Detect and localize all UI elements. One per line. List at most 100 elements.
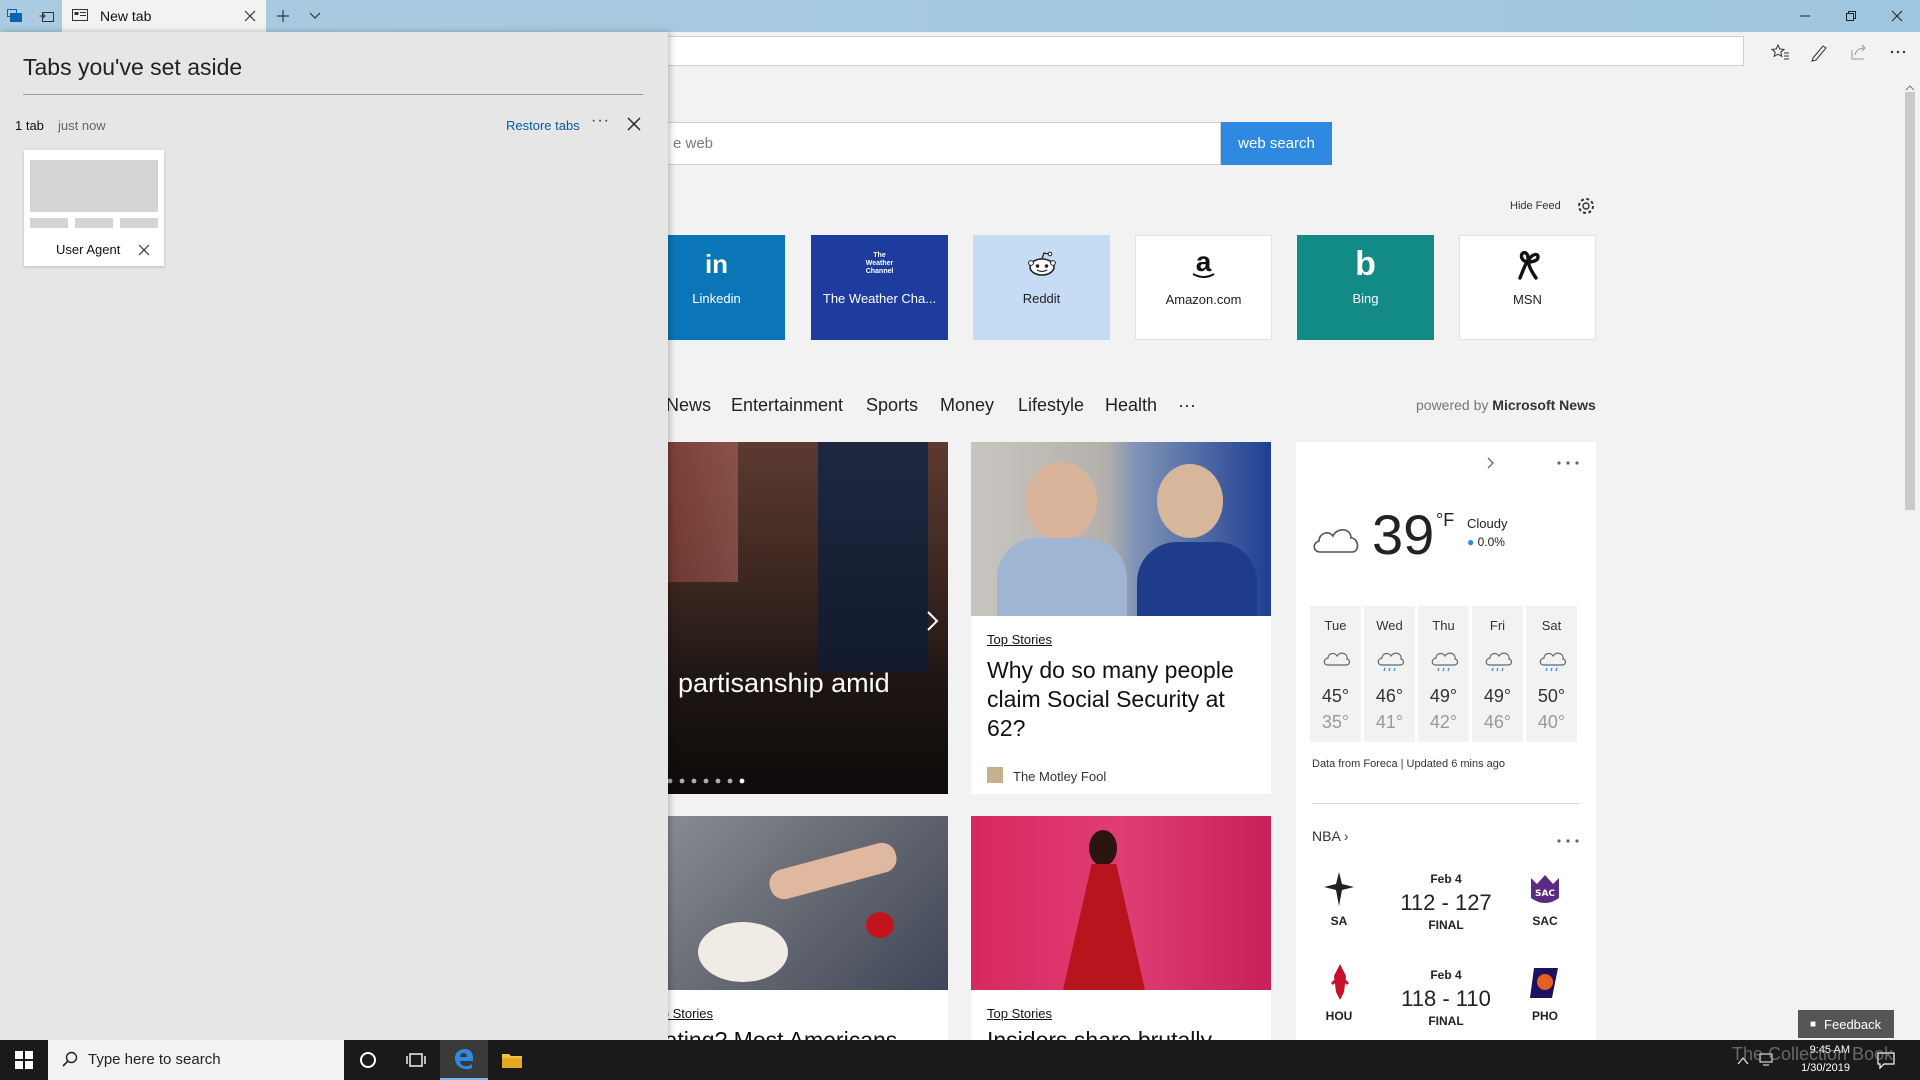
- web-search-input[interactable]: e web: [660, 122, 1221, 165]
- game-score[interactable]: 118 - 110: [1386, 986, 1506, 1012]
- forecast-day: Fri 49° 46°: [1472, 606, 1523, 742]
- top-site-linkedin[interactable]: in Linkedin: [648, 235, 785, 340]
- set-tabs-aside-icon[interactable]: [34, 4, 60, 28]
- more-icon[interactable]: [1888, 42, 1908, 62]
- tab-new-tab[interactable]: New tab: [62, 0, 266, 32]
- forecast-low: 40°: [1537, 712, 1566, 732]
- forecast-day: Sat 50° 40°: [1526, 606, 1577, 742]
- rain-icon: [1376, 650, 1405, 674]
- hide-feed-link[interactable]: Hide Feed: [1510, 200, 1561, 212]
- group-close-icon[interactable]: [626, 116, 642, 132]
- nav-entertainment[interactable]: Entertainment: [731, 395, 843, 416]
- restore-tabs-link[interactable]: Restore tabs: [506, 118, 580, 133]
- search-placeholder: e web: [673, 135, 714, 152]
- game-date: Feb 4: [1430, 872, 1462, 886]
- carousel-card[interactable]: partisanship amid: [648, 442, 948, 794]
- chevron-right-icon[interactable]: [926, 610, 940, 635]
- weather-condition: Cloudy: [1467, 516, 1508, 531]
- tile-label: Amazon.com: [1165, 292, 1242, 307]
- title-bar: New tab: [0, 0, 1920, 32]
- raindrop-icon: ●: [1467, 535, 1475, 549]
- nav-money[interactable]: Money: [940, 395, 994, 416]
- divider: [23, 94, 643, 95]
- weather-more-icon[interactable]: [1556, 454, 1580, 470]
- page-scrollbar[interactable]: [1900, 72, 1920, 1040]
- thumbnail-close-icon[interactable]: [138, 243, 150, 256]
- image-shirt-left: [997, 538, 1127, 616]
- restore-icon[interactable]: [1828, 0, 1874, 32]
- feedback-icon: ■: [1810, 1018, 1817, 1030]
- linkedin-icon: in: [704, 248, 729, 279]
- thumbnail-bar: [120, 218, 158, 228]
- forecast-high: 46°: [1375, 686, 1404, 706]
- image-shirt-right: [1137, 542, 1257, 616]
- source-logo-icon: [987, 767, 1003, 783]
- category-link[interactable]: Top Stories: [987, 632, 1052, 647]
- forecast-day-name: Sat: [1541, 618, 1562, 633]
- game-status: FINAL: [1428, 1014, 1464, 1028]
- carousel-dots[interactable]: [654, 772, 750, 784]
- carousel-image-figure: [818, 442, 928, 672]
- tab-title: New tab: [100, 8, 152, 24]
- game-score[interactable]: 112 - 127: [1386, 890, 1506, 916]
- rain-icon: [1430, 650, 1459, 674]
- share-icon[interactable]: [1849, 42, 1869, 62]
- nav-more[interactable]: ···: [1178, 395, 1196, 416]
- windows-start-icon[interactable]: [0, 1040, 48, 1080]
- scroll-thumb[interactable]: [1905, 92, 1915, 510]
- favorites-icon[interactable]: [1770, 42, 1790, 62]
- news-headline[interactable]: Why do so many people claim Social Secur…: [987, 656, 1237, 743]
- tile-label: Bing: [1352, 291, 1379, 306]
- spurs-logo-icon: [1322, 870, 1356, 911]
- group-more-icon[interactable]: ···: [591, 112, 610, 130]
- nav-sports[interactable]: Sports: [866, 395, 918, 416]
- news-headline[interactable]: Insiders share brutally: [987, 1026, 1237, 1040]
- new-tab-icon[interactable]: [270, 4, 296, 28]
- news-headline[interactable]: Dating? Most Americans: [648, 1026, 898, 1040]
- nba-more-icon[interactable]: [1556, 832, 1580, 848]
- nba-title-link[interactable]: NBA ›: [1312, 828, 1349, 844]
- cloudy-icon: [1322, 650, 1351, 674]
- forecast-high: 49°: [1483, 686, 1512, 706]
- cortana-icon[interactable]: [344, 1040, 392, 1080]
- pen-icon[interactable]: [1809, 42, 1829, 62]
- news-card-social-security[interactable]: Top Stories Why do so many people claim …: [971, 442, 1271, 794]
- file-explorer-icon[interactable]: [488, 1040, 536, 1080]
- cloudy-icon: [1310, 518, 1362, 561]
- panel-title: Tabs you've set aside: [23, 54, 243, 80]
- nav-lifestyle[interactable]: Lifestyle: [1018, 395, 1084, 416]
- feedback-button[interactable]: ■ Feedback: [1798, 1010, 1894, 1038]
- gear-icon[interactable]: [1576, 196, 1596, 216]
- nav-health[interactable]: Health: [1105, 395, 1157, 416]
- top-site-amazon[interactable]: a Amazon.com: [1135, 235, 1272, 340]
- news-source: The Motley Fool: [1013, 769, 1107, 784]
- weather-source: Data from Foreca | Updated 6 mins ago: [1312, 758, 1506, 770]
- taskbar-search-input[interactable]: Type here to search: [48, 1040, 344, 1080]
- weather-temperature: 39: [1372, 503, 1435, 566]
- category-link[interactable]: Top Stories: [987, 1006, 1052, 1021]
- tabs-aside-icon[interactable]: [2, 4, 28, 28]
- top-site-msn[interactable]: MSN: [1459, 235, 1596, 340]
- chevron-right-icon[interactable]: [1486, 456, 1496, 473]
- task-view-icon[interactable]: [392, 1040, 440, 1080]
- top-site-reddit[interactable]: Reddit: [973, 235, 1110, 340]
- minimize-icon[interactable]: [1782, 0, 1828, 32]
- news-card-dating[interactable]: Top Stories Dating? Most Americans: [648, 816, 948, 1040]
- bing-icon: b: [1355, 244, 1376, 283]
- set-aside-tab-thumbnail[interactable]: User Agent: [24, 150, 164, 266]
- top-site-bing[interactable]: b Bing: [1297, 235, 1434, 340]
- forecast-high: 50°: [1537, 686, 1566, 706]
- news-card-image: [971, 442, 1271, 616]
- close-window-icon[interactable]: [1874, 0, 1920, 32]
- tab-preview-chevron-icon[interactable]: [302, 4, 328, 28]
- forecast-day: Tue 45° 35°: [1310, 606, 1361, 742]
- forecast-low: 42°: [1429, 712, 1458, 732]
- nav-news[interactable]: News: [666, 395, 711, 416]
- tab-close-icon[interactable]: [242, 8, 258, 24]
- address-bar[interactable]: [640, 36, 1744, 66]
- edge-taskbar-icon[interactable]: [440, 1040, 488, 1080]
- image-person-right: [1157, 464, 1223, 538]
- news-card-insiders[interactable]: Top Stories Insiders share brutally: [971, 816, 1271, 1040]
- top-site-weather-channel[interactable]: The Weather Channel The Weather Cha...: [811, 235, 948, 340]
- web-search-button[interactable]: web search: [1221, 122, 1332, 165]
